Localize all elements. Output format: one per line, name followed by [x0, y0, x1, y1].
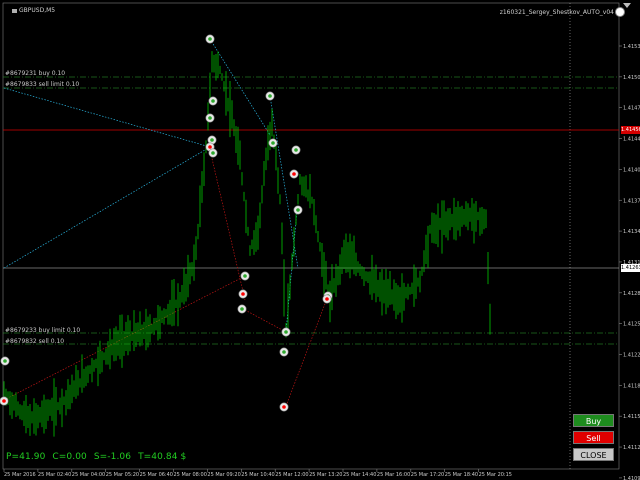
trade-arrow-dot — [3, 359, 7, 363]
order-label-buy-limit: #8679233 buy limit 0.10 — [5, 327, 81, 334]
price-chart[interactable]: 1.41535 1.41500 1.41470 1.41440 1.41405 1.413… — [0, 0, 640, 480]
profit-status: P=41.90 C=0.00 S=-1.06 T=40.84 $ — [6, 452, 190, 462]
time-tick-label: 25 Mar 02:40 — [38, 472, 71, 478]
profit-value: P=41.90 — [6, 452, 46, 462]
trade-arrow-dot — [211, 151, 215, 155]
price-tick-label: 1.41440 — [623, 137, 640, 143]
time-tick-label: 25 Mar 12:00 — [275, 472, 308, 478]
price-tick-label: 1.41220 — [623, 353, 640, 359]
symbol-label[interactable]: GBPUSD,M5 — [12, 7, 55, 14]
order-label-buy: #8679231 buy 0.10 — [5, 70, 66, 77]
trade-line — [3, 146, 211, 269]
time-tick-label: 25 Mar 16:00 — [377, 472, 410, 478]
trade-line — [209, 38, 271, 136]
swap-value: S=-1.06 — [93, 452, 132, 462]
trade-lines — [3, 38, 329, 407]
buy-button[interactable]: Buy — [573, 414, 614, 427]
trade-arrow-dot — [292, 172, 296, 176]
trade-arrow-dot — [325, 297, 329, 301]
price-tick-label: 1.41090 — [623, 476, 640, 480]
trade-line — [209, 149, 246, 301]
time-tick-label: 25 Mar 17:20 — [411, 472, 444, 478]
sell-button[interactable]: Sell — [573, 431, 614, 444]
price-tick-label: 1.41280 — [623, 291, 640, 297]
time-axis: 25 Mar 2016 25 Mar 02:40 25 Mar 04:00 25 Ma… — [3, 469, 512, 478]
expert-advisor-label: z160321_Sergey_Shestkov_AUTO_v04 — [499, 9, 614, 16]
price-tick-label: 1.41470 — [623, 106, 640, 112]
time-tick-label: 25 Mar 2016 — [4, 472, 36, 478]
time-tick-label: 25 Mar 18:40 — [445, 472, 478, 478]
trade-arrow-dot — [208, 116, 212, 120]
time-tick-label: 25 Mar 08:00 — [174, 472, 207, 478]
time-tick-label: 25 Mar 05:20 — [106, 472, 139, 478]
order-label-sell: #8679832 sell 0.10 — [5, 338, 65, 345]
total-value: T=40.84 $ — [138, 452, 187, 462]
time-tick-label: 25 Mar 13:20 — [309, 472, 342, 478]
dropdown-icon — [12, 8, 17, 13]
price-tick-label: 1.41535 — [623, 44, 640, 50]
trade-arrow-dot — [208, 37, 212, 41]
trade-arrow-dot — [210, 138, 214, 142]
trade-arrow-dot — [208, 145, 212, 149]
trade-line — [244, 309, 287, 333]
trade-arrow-dot — [271, 141, 275, 145]
chart-frame — [2, 2, 620, 470]
time-tick-label: 25 Mar 14:40 — [343, 472, 376, 478]
trade-arrow-dot — [2, 399, 6, 403]
price-tick-label: 1.41155 — [623, 414, 640, 420]
close-button[interactable]: CLOSE — [573, 448, 614, 461]
time-tick-label: 25 Mar 06:40 — [140, 472, 173, 478]
order-levels — [3, 76, 619, 345]
time-tick-label: 25 Mar 10:40 — [241, 472, 274, 478]
trade-arrow-dot — [240, 307, 244, 311]
trade-arrow-dot — [268, 94, 272, 98]
commission-value: C=0.00 — [52, 452, 87, 462]
price-tick-label: 1.41345 — [623, 229, 640, 235]
time-tick-label: 25 Mar 09:20 — [207, 472, 240, 478]
price-tick-label: 1.41405 — [623, 167, 640, 173]
price-tick-label: 1.41500 — [623, 75, 640, 81]
trade-arrow-dot — [241, 292, 245, 296]
trade-arrow-dot — [296, 208, 300, 212]
line-price-tag: 1.41263 — [621, 264, 640, 272]
trade-arrow-dot — [284, 330, 288, 334]
trade-arrow-dot — [282, 350, 286, 354]
price-tick-label: 1.41185 — [623, 383, 640, 389]
trade-arrow-dot — [294, 148, 298, 152]
price-axis: 1.41535 1.41500 1.41470 1.41440 1.41405 1.413… — [619, 44, 640, 480]
trade-line — [3, 87, 211, 148]
trade-line — [285, 295, 329, 407]
trade-arrow-dot — [282, 405, 286, 409]
price-tick-label: 1.41125 — [623, 445, 640, 451]
order-label-sell-limit: #8679833 sell limit 0.10 — [5, 81, 80, 88]
trade-arrow-dot — [243, 274, 247, 278]
price-tick-label: 1.41375 — [623, 198, 640, 204]
time-tick-label: 25 Mar 20:15 — [479, 472, 512, 478]
current-price-tag: 1.41456 — [621, 126, 640, 134]
shift-arrow-icon[interactable] — [623, 3, 631, 8]
time-tick-label: 25 Mar 04:00 — [72, 472, 105, 478]
smiley-icon[interactable] — [615, 7, 625, 17]
trade-arrow-dot — [211, 99, 215, 103]
price-tick-label: 1.41250 — [623, 322, 640, 328]
